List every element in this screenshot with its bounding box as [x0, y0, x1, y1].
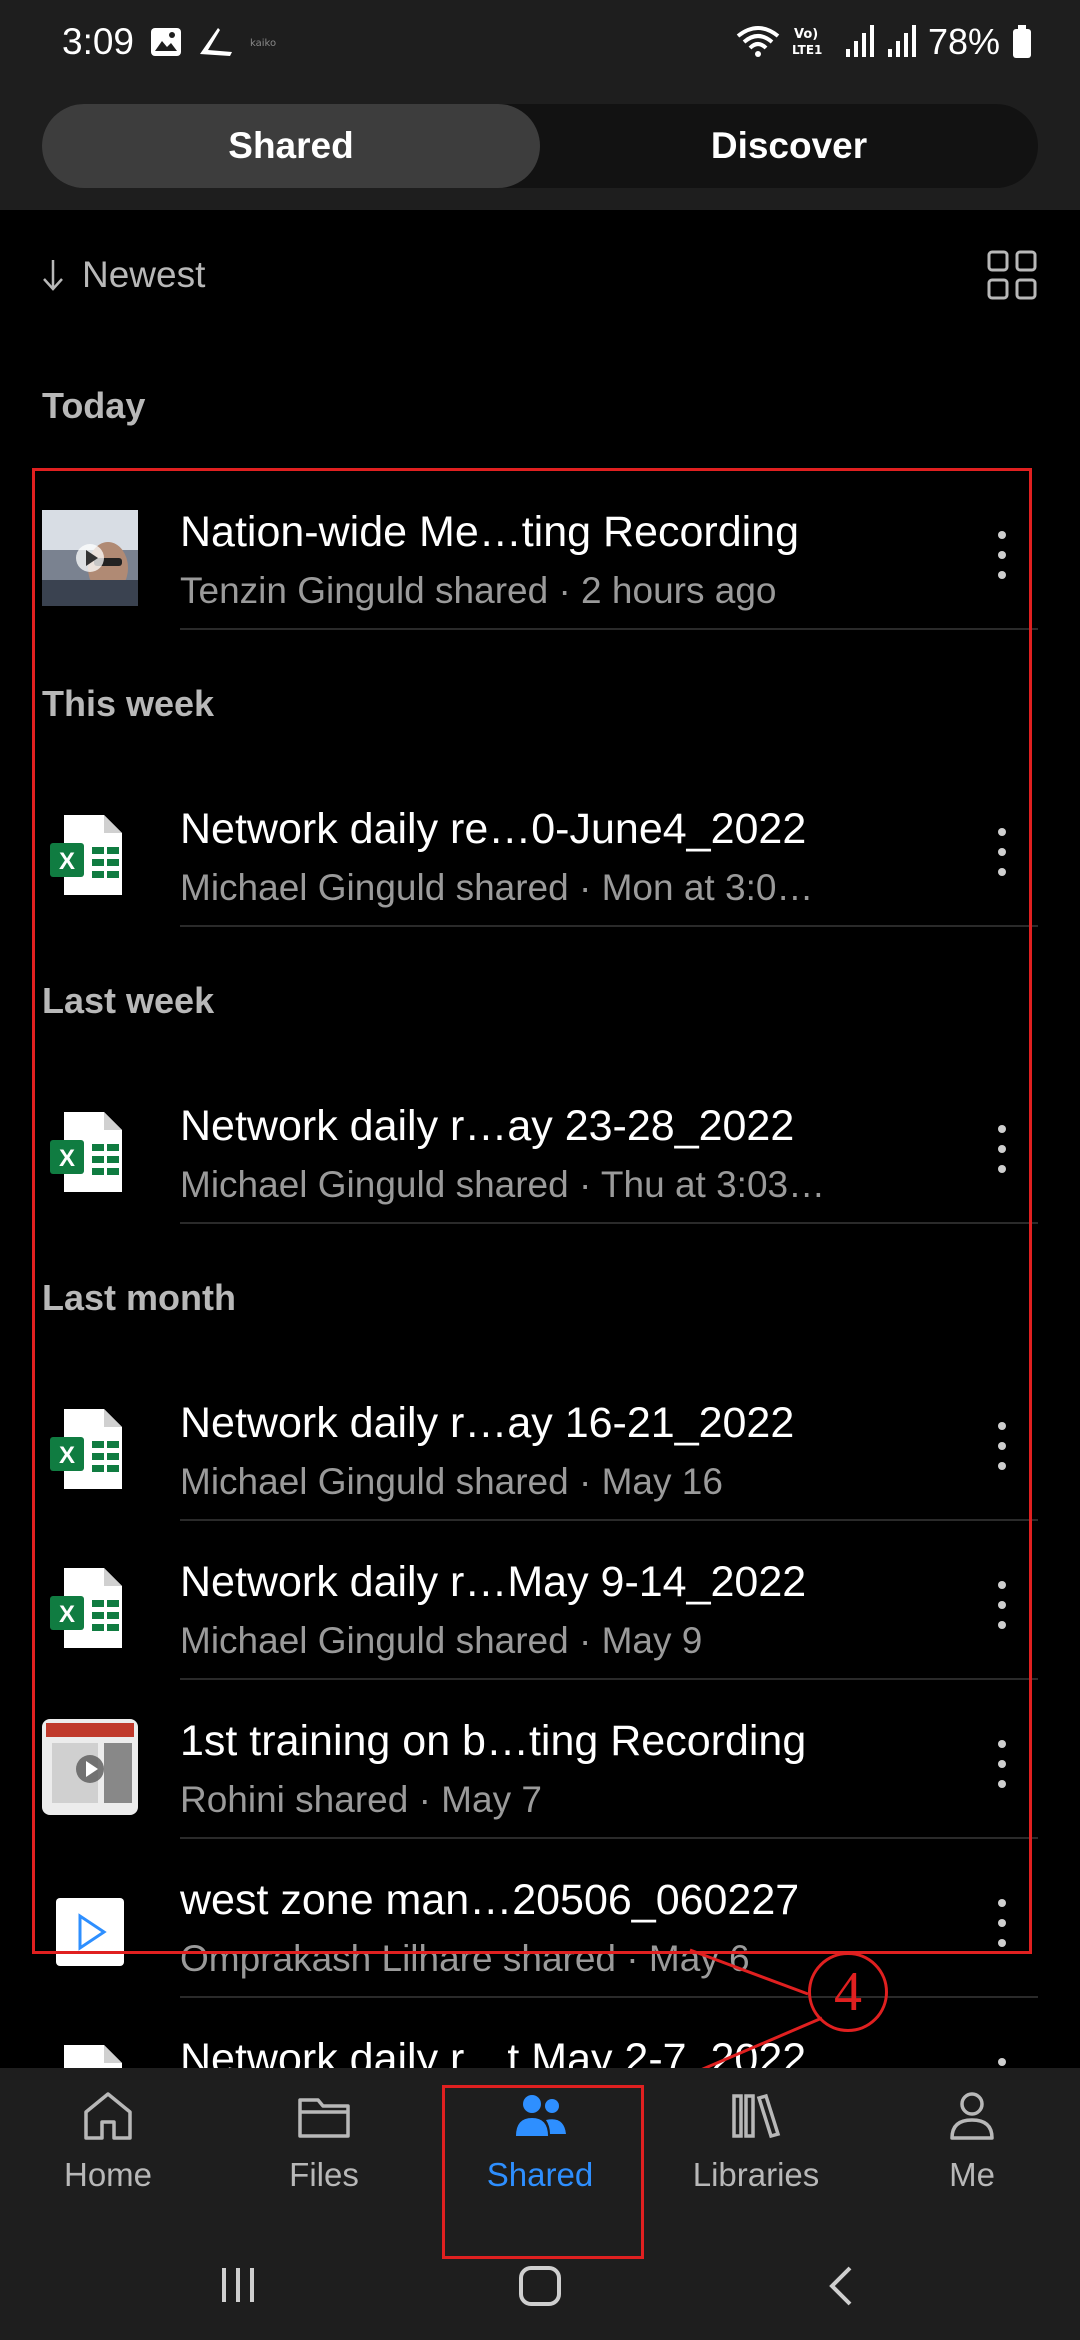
annotation-highlight-shared-tab: [442, 2085, 644, 2259]
svg-text:LTE1: LTE1: [792, 43, 822, 57]
nav-item-files[interactable]: Files: [216, 2068, 432, 2236]
kaiko-icon: kaiko: [250, 38, 276, 49]
arrow-down-icon: [43, 260, 63, 291]
nav-label: Libraries: [692, 2156, 820, 2193]
wifi-icon: [736, 26, 780, 57]
folder-icon: [298, 2098, 350, 2138]
annotation-step-number: 4: [808, 1952, 888, 2032]
section-header-today: Today: [42, 385, 146, 426]
battery-percent: 78%: [927, 21, 1000, 62]
bottom-navigation: Home Files Shared Libraries Me: [0, 2068, 1080, 2340]
recent-apps-icon[interactable]: [218, 2264, 260, 2306]
top-header: Shared Discover: [0, 84, 1080, 210]
back-icon[interactable]: [826, 2264, 856, 2308]
nav-label: Files: [289, 2156, 359, 2193]
person-icon: [950, 2092, 994, 2140]
grid-view-icon[interactable]: [986, 249, 1038, 301]
home-icon: [84, 2092, 132, 2140]
system-navigation-bar: [0, 2236, 1080, 2340]
signal-icon: [845, 25, 874, 57]
libraries-icon: [732, 2093, 781, 2139]
tab-shared[interactable]: Shared: [42, 104, 540, 188]
nav-item-libraries[interactable]: Libraries: [648, 2068, 864, 2236]
segmented-control: Shared Discover: [42, 104, 1038, 188]
status-bar: 3:09 kaiko Vo) LTE1 78%: [0, 0, 1080, 84]
nav-item-me[interactable]: Me: [864, 2068, 1080, 2236]
image-icon: [151, 28, 182, 56]
volte-icon: Vo)LTE1: [792, 27, 822, 57]
nav-item-home[interactable]: Home: [0, 2068, 216, 2236]
sort-button[interactable]: Newest: [42, 254, 205, 296]
battery-icon: [1013, 25, 1031, 58]
home-button-icon[interactable]: [518, 2264, 562, 2308]
svg-text:Vo): Vo): [794, 27, 818, 42]
nav-label: Home: [63, 2156, 153, 2193]
app-notification-icon: [200, 28, 233, 56]
tab-discover[interactable]: Discover: [540, 104, 1038, 188]
sort-row: Newest: [42, 245, 1038, 305]
nav-label: Me: [949, 2156, 995, 2193]
status-time: 3:09: [62, 21, 135, 62]
signal-icon: [887, 25, 916, 57]
svg-text:kaiko: kaiko: [250, 38, 276, 49]
sort-label: Newest: [82, 254, 206, 295]
annotation-highlight-list: [32, 468, 1032, 1954]
